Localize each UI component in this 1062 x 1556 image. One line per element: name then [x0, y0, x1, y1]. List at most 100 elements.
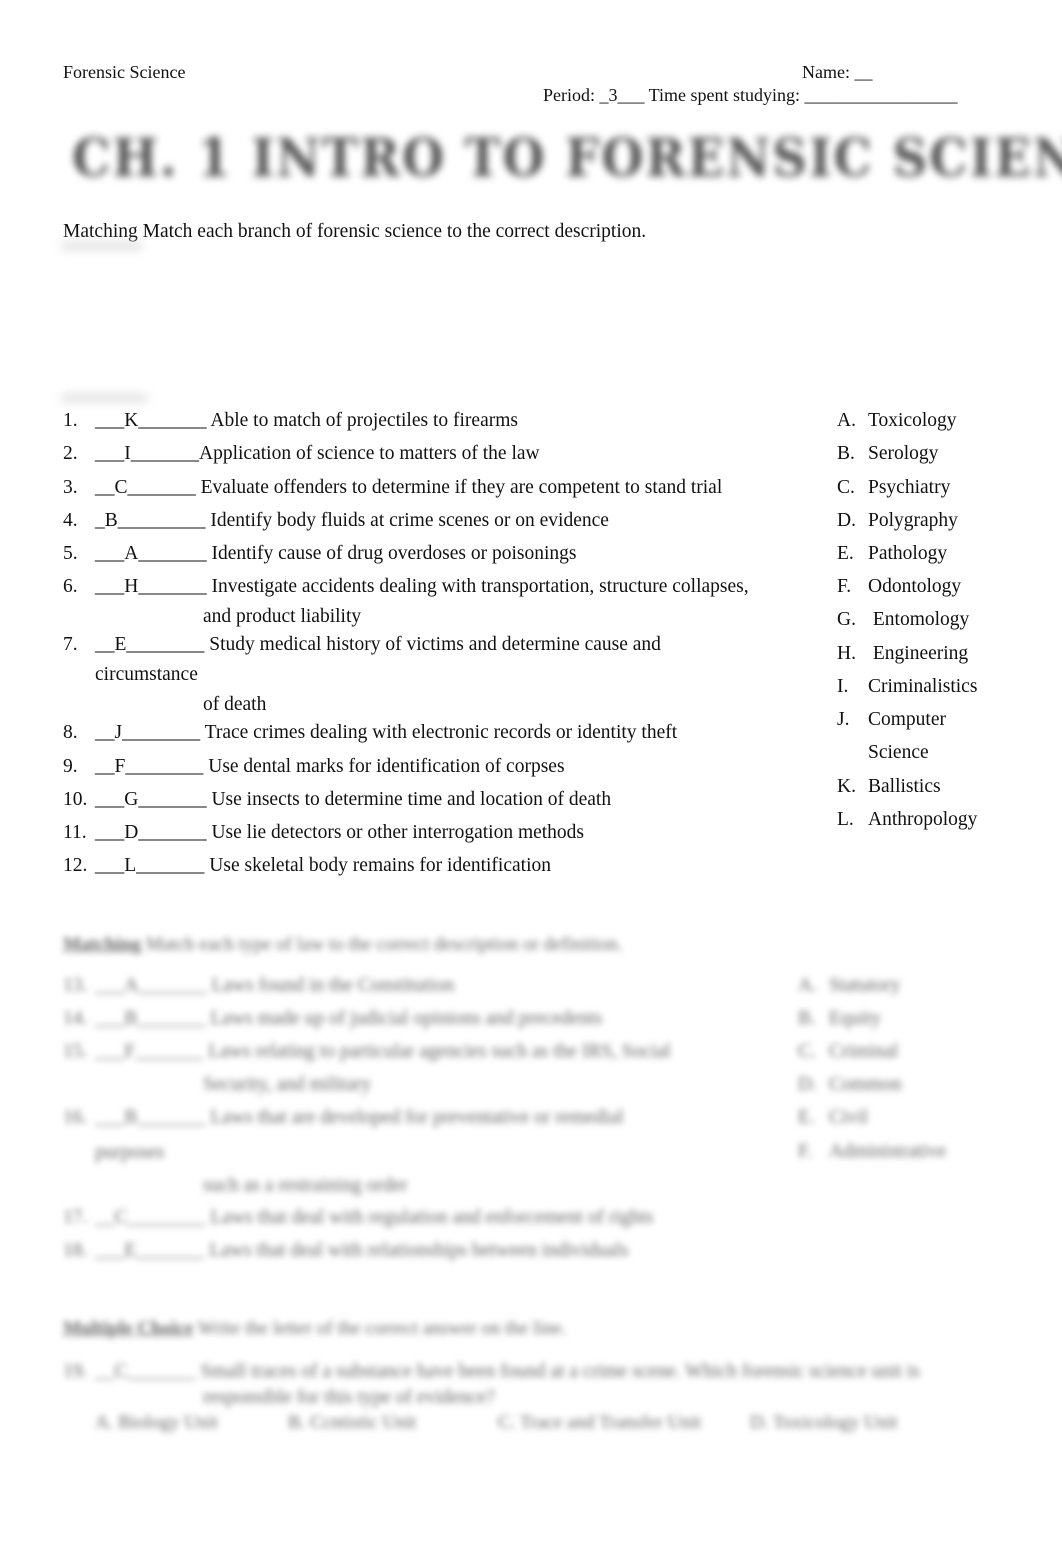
answer-blank[interactable]: __C_______ [95, 1361, 196, 1382]
smudge [62, 395, 147, 401]
question-item: 11. ___D_______ Use lie detectors or othe… [63, 822, 584, 844]
question-number: 19. [63, 1361, 88, 1382]
answer-blank[interactable]: ___E_______ [95, 1240, 204, 1261]
question-text: Laws that deal with relationships betwee… [209, 1240, 629, 1261]
question-text-continuation: of death [203, 694, 267, 715]
question-text: Application of science to matters of the… [199, 443, 540, 464]
option-item: A. Statutory [798, 975, 901, 997]
option-item: K. Ballistics [837, 776, 941, 798]
question-text: Use skeletal body remains for identifica… [209, 855, 551, 876]
option-label: Statutory [829, 975, 901, 996]
option-letter: E. [798, 1107, 815, 1128]
question-item: 10. ___G_______ Use insects to determine … [63, 789, 611, 811]
question-text: Laws made up of judicial opinions and pr… [210, 1008, 602, 1029]
option-label: Engineering [872, 643, 969, 664]
option-letter: K. [837, 776, 856, 797]
smudge [62, 243, 142, 249]
option-item: E. Pathology [837, 543, 947, 565]
question-number: 17. [63, 1207, 88, 1228]
question-number: 15. [63, 1041, 88, 1062]
question-text-continuation: and product liability [203, 606, 362, 627]
question-text: Study medical history of victims and det… [209, 634, 661, 655]
option-item: B. Equity [798, 1008, 881, 1030]
test-title: CH. 1 INTRO TO FORENSIC SCIENCE TEST [72, 128, 1062, 189]
question-text: Identify cause of drug overdoses or pois… [211, 543, 577, 564]
option-letter: I. [837, 676, 849, 697]
option-letter: D. [798, 1074, 817, 1095]
section3-heading: Multiple Choice [63, 1318, 194, 1339]
choice-item[interactable]: B. Ccntistic Unit [288, 1412, 416, 1434]
question-text-continuation: circumstance [95, 664, 198, 685]
question-text: Use insects to determine time and locati… [211, 789, 612, 810]
answer-blank[interactable]: ___L_______ [95, 855, 204, 876]
question-number: 11. [63, 822, 87, 843]
answer-blank[interactable]: ___H_______ [95, 576, 207, 597]
option-item: G. Entomology [837, 609, 969, 631]
question-number: 13. [63, 975, 88, 996]
option-label: Criminal [829, 1041, 899, 1062]
answer-blank[interactable]: _B_________ [95, 510, 206, 531]
option-letter: F. [798, 1141, 813, 1162]
section2-instructions: Matching Match each type of law to the c… [63, 934, 622, 956]
answer-blank[interactable]: ___A_______ [95, 543, 207, 564]
question-item: 8. __J________ Trace crimes dealing with … [63, 722, 677, 744]
question-item: 14. ___B_______ Laws made up of judicial … [63, 1008, 602, 1030]
question-text-continuation: responsible for this type of evidence? [203, 1387, 495, 1408]
answer-blank[interactable]: ___D_______ [95, 822, 207, 843]
answer-blank[interactable]: ___G_______ [95, 789, 207, 810]
question-number: 16. [63, 1107, 88, 1128]
question-text: Use dental marks for identification of c… [208, 756, 565, 777]
answer-blank[interactable]: __F________ [95, 756, 203, 777]
option-item: L. Anthropology [837, 809, 977, 831]
question-text: Laws that deal with regulation and enfor… [210, 1207, 654, 1228]
option-label: Anthropology [868, 809, 978, 830]
question-item: 16. ___B_______ Laws that are developed f… [63, 1107, 624, 1196]
option-letter: L. [837, 809, 854, 830]
option-label-continuation: Science [868, 742, 929, 763]
answer-blank[interactable]: ___B_______ [95, 1008, 206, 1029]
answer-blank[interactable]: ___B_______ [95, 1107, 206, 1128]
option-item: E. Civil [798, 1107, 868, 1129]
answer-blank[interactable]: __E________ [95, 634, 204, 655]
question-number: 18. [63, 1240, 88, 1261]
option-item: A. Toxicology [837, 410, 957, 432]
period-time-line: Period: _3___ Time spent studying: _____… [543, 85, 958, 105]
option-item: J. Computer Science [837, 709, 946, 763]
option-label: Civil [829, 1107, 869, 1128]
option-label: Toxicology [868, 410, 957, 431]
option-letter: C. [837, 477, 855, 498]
answer-blank[interactable]: __J________ [95, 722, 200, 743]
option-item: D. Polygraphy [837, 510, 958, 532]
option-label: Psychiatry [868, 477, 951, 498]
option-item: B. Serology [837, 443, 938, 465]
question-number: 8. [63, 722, 78, 743]
choice-item[interactable]: A. Biology Unit [95, 1412, 218, 1434]
question-item: 6. ___H_______ Investigate accidents deal… [63, 576, 749, 627]
question-item: 9. __F________ Use dental marks for ident… [63, 756, 565, 778]
question-item: 5. ___A_______ Identify cause of drug ove… [63, 543, 576, 565]
section1-instructions: Matching Match each branch of forensic s… [63, 221, 647, 242]
question-text: Use lie detectors or other interrogation… [211, 822, 585, 843]
question-item: 17. __C________ Laws that deal with regul… [63, 1207, 653, 1229]
section2-heading: Matching [63, 934, 142, 955]
answer-blank[interactable]: ___F_______ [95, 1041, 203, 1062]
question-item: 12. ___L_______ Use skeletal body remains… [63, 855, 551, 877]
answer-blank[interactable]: __C_______ [95, 477, 196, 498]
question-number: 3. [63, 477, 78, 498]
answer-blank[interactable]: ___A_______ [95, 975, 207, 996]
question-item: 2. ___I_______Application of science to m… [63, 443, 540, 465]
choice-item[interactable]: D. Toxicology Unit [750, 1412, 898, 1434]
choice-item[interactable]: C. Trace and Transfer Unit [498, 1412, 701, 1434]
option-letter: J. [837, 709, 850, 730]
answer-blank[interactable]: ___K_______ [95, 410, 207, 431]
question-text-continuation: Security, and military [203, 1074, 372, 1095]
answer-blank[interactable]: ___I_______ [95, 443, 199, 464]
question-item: 7. __E________ Study medical history of v… [63, 634, 661, 715]
option-label: Pathology [868, 543, 948, 564]
option-item: F. Administrative [798, 1141, 946, 1163]
option-letter: G. [837, 609, 856, 630]
answer-blank[interactable]: __C________ [95, 1207, 206, 1228]
option-letter: A. [798, 975, 817, 996]
question-text: Small traces of a substance have been fo… [200, 1361, 920, 1382]
question-text: Evaluate offenders to determine if they … [200, 477, 723, 498]
